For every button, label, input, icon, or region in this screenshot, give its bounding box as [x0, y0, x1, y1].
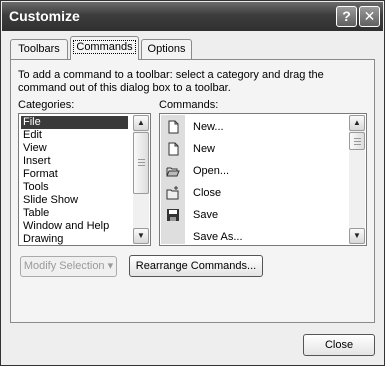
category-item-view[interactable]: View [21, 142, 128, 155]
category-item-window-and-help[interactable]: Window and Help [21, 220, 128, 233]
instructions-text: To add a command to a toolbar: select a … [18, 69, 324, 94]
tab-commands-label: Commands [73, 40, 136, 54]
scroll-down-arrow-icon: ▼ [353, 231, 361, 240]
command-label: Save [193, 209, 219, 221]
commands-label: Commands: [159, 99, 219, 111]
categories-scroll-down-button[interactable]: ▼ [133, 228, 149, 244]
command-label: Close [193, 187, 222, 199]
command-item-new[interactable]: New [161, 138, 347, 160]
category-item-file[interactable]: File [21, 116, 128, 129]
command-label: Open... [193, 165, 230, 177]
command-item-save[interactable]: Save [161, 204, 347, 226]
modify-selection-button[interactable]: Modify Selection ▾ [20, 256, 117, 277]
command-label: Save As... [193, 231, 243, 243]
category-item-slide-show[interactable]: Slide Show [21, 194, 128, 207]
category-item-insert[interactable]: Insert [21, 155, 128, 168]
dropdown-arrow-icon: ▾ [107, 260, 114, 272]
title-bar[interactable]: Customize ? ✕ [2, 2, 383, 31]
categories-label: Categories: [18, 99, 75, 111]
category-item-edit[interactable]: Edit [21, 129, 128, 142]
scroll-up-arrow-icon: ▲ [353, 118, 361, 127]
save-disk-icon [167, 209, 179, 221]
categories-scrollbar[interactable]: ▲ ▼ [133, 115, 149, 244]
category-item-tools[interactable]: Tools [21, 181, 128, 194]
categories-list[interactable]: File Edit View Insert Format Tools Slide… [18, 113, 151, 246]
commands-list[interactable]: New... New Open... Close Save Save As...… [159, 113, 367, 246]
category-item-table[interactable]: Table [21, 207, 128, 220]
category-item-drawing[interactable]: Drawing [21, 233, 128, 245]
command-label: New [193, 143, 216, 155]
commands-scroll-thumb[interactable] [349, 132, 365, 150]
rearrange-commands-button[interactable]: Rearrange Commands... [129, 255, 263, 277]
scroll-down-arrow-icon: ▼ [137, 231, 145, 240]
tab-toolbars-label: Toolbars [18, 43, 60, 55]
command-item-open[interactable]: Open... [161, 160, 347, 182]
close-button[interactable]: Close [303, 334, 375, 356]
command-item-save-as[interactable]: Save As... [161, 226, 347, 245]
tab-options-label: Options [147, 43, 186, 55]
commands-scrollbar[interactable]: ▲ ▼ [349, 115, 365, 244]
command-item-new-dialog[interactable]: New... [161, 116, 347, 138]
window-title: Customize [9, 8, 80, 24]
close-document-icon [166, 186, 179, 200]
category-item-format[interactable]: Format [21, 168, 128, 181]
close-window-button[interactable]: ✕ [359, 6, 380, 27]
categories-scroll-up-button[interactable]: ▲ [133, 115, 149, 131]
new-document-icon [168, 120, 179, 134]
new-document-icon [168, 142, 179, 156]
help-button[interactable]: ? [336, 6, 357, 27]
scroll-up-arrow-icon: ▲ [137, 118, 145, 127]
tab-commands[interactable]: Commands [70, 36, 139, 60]
categories-scroll-thumb[interactable] [133, 132, 149, 194]
tab-options[interactable]: Options [141, 39, 192, 59]
command-label: New... [193, 121, 224, 133]
modify-selection-label: Modify Selection [23, 260, 105, 272]
tab-toolbars[interactable]: Toolbars [10, 39, 68, 59]
commands-scroll-down-button[interactable]: ▼ [349, 228, 365, 244]
command-item-close[interactable]: Close [161, 182, 347, 204]
commands-scroll-up-button[interactable]: ▲ [349, 115, 365, 131]
open-folder-icon [166, 167, 180, 177]
customize-dialog: Customize ? ✕ Toolbars Commands Options … [0, 0, 385, 366]
commands-tab-panel: To add a command to a toolbar: select a … [10, 59, 375, 323]
